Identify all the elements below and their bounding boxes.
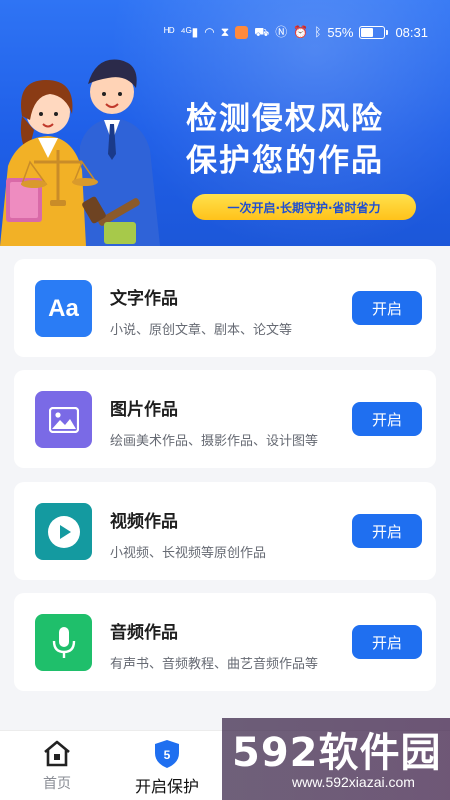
- card-title: 视频作品: [110, 512, 178, 532]
- battery-fill: [361, 27, 374, 37]
- app-badge-icon: [235, 25, 249, 39]
- signal-4g-icon: ⁴ᴳ▮: [180, 25, 199, 39]
- card-title: 音频作品: [110, 623, 178, 643]
- card-title: 图片作品: [110, 400, 178, 420]
- battery-icon: [359, 25, 389, 39]
- card-desc: 小说、原创文章、剧本、论文等: [110, 323, 293, 338]
- shield-badge: 5: [164, 748, 171, 762]
- enable-audio-button[interactable]: 开启: [352, 625, 422, 659]
- hero-title-line2: 保护您的作品: [186, 143, 384, 179]
- image-icon: [35, 391, 92, 448]
- card-audio-works: 音频作品 有声书、音频教程、曲艺音频作品等 开启: [14, 593, 436, 691]
- card-desc: 小视频、长视频等原创作品: [110, 546, 267, 561]
- alarm-icon: ⏰: [293, 25, 309, 39]
- status-time: 08:31: [395, 24, 428, 40]
- hero-title-line1: 检测侵权风险: [186, 101, 384, 137]
- hero-title: 检测侵权风险 保护您的作品: [186, 98, 384, 182]
- text-aa-icon: Aa: [35, 280, 92, 337]
- lawyers-illustration: [0, 59, 160, 246]
- wifi-icon: ◠: [204, 25, 215, 39]
- bluetooth-icon: ᛒ: [314, 25, 322, 39]
- shield-icon: 5: [155, 740, 179, 768]
- watermark-url: www.592xiazai.com: [292, 774, 415, 790]
- card-desc: 有声书、音频教程、曲艺音频作品等: [110, 657, 319, 672]
- enable-image-button[interactable]: 开启: [352, 402, 422, 436]
- cart-icon: ⛟: [254, 25, 270, 39]
- hero-tagline: 一次开启·长期守护·省时省力: [192, 194, 416, 220]
- nfc-icon: Ⓝ: [275, 25, 288, 39]
- enable-text-button[interactable]: 开启: [352, 291, 422, 325]
- home-icon: [44, 740, 70, 767]
- hd-icon: ᴴᴰ: [163, 25, 175, 39]
- play-icon: [35, 503, 92, 560]
- watermark: 592软件园 www.592xiazai.com: [222, 718, 450, 800]
- watermark-brand: 592软件园: [232, 730, 442, 776]
- hourglass-icon: ⧗: [220, 25, 230, 39]
- nav-protect[interactable]: 5 开启保护: [122, 739, 212, 799]
- card-title: 文字作品: [110, 289, 178, 309]
- card-desc: 绘画美术作品、摄影作品、设计图等: [110, 434, 319, 449]
- hero-banner: ᴴᴰ ⁴ᴳ▮ ◠ ⧗ ⛟ Ⓝ ⏰ ᛒ 55% 08:31 检测侵权风险 保护您的…: [0, 0, 450, 246]
- card-text-works: Aa 文字作品 小说、原创文章、剧本、论文等 开启: [14, 259, 436, 357]
- status-icons: ᴴᴰ ⁴ᴳ▮ ◠ ⧗ ⛟ Ⓝ ⏰ ᛒ 55% 08:31: [164, 24, 428, 40]
- enable-video-button[interactable]: 开启: [352, 514, 422, 548]
- nav-home-label: 首页: [43, 776, 71, 792]
- battery-percent: 55%: [327, 24, 354, 40]
- nav-protect-label: 开启保护: [134, 777, 199, 796]
- microphone-icon: [35, 614, 92, 671]
- card-image-works: 图片作品 绘画美术作品、摄影作品、设计图等 开启: [14, 370, 436, 468]
- card-video-works: 视频作品 小视频、长视频等原创作品 开启: [14, 482, 436, 580]
- nav-home[interactable]: 首页: [12, 739, 102, 799]
